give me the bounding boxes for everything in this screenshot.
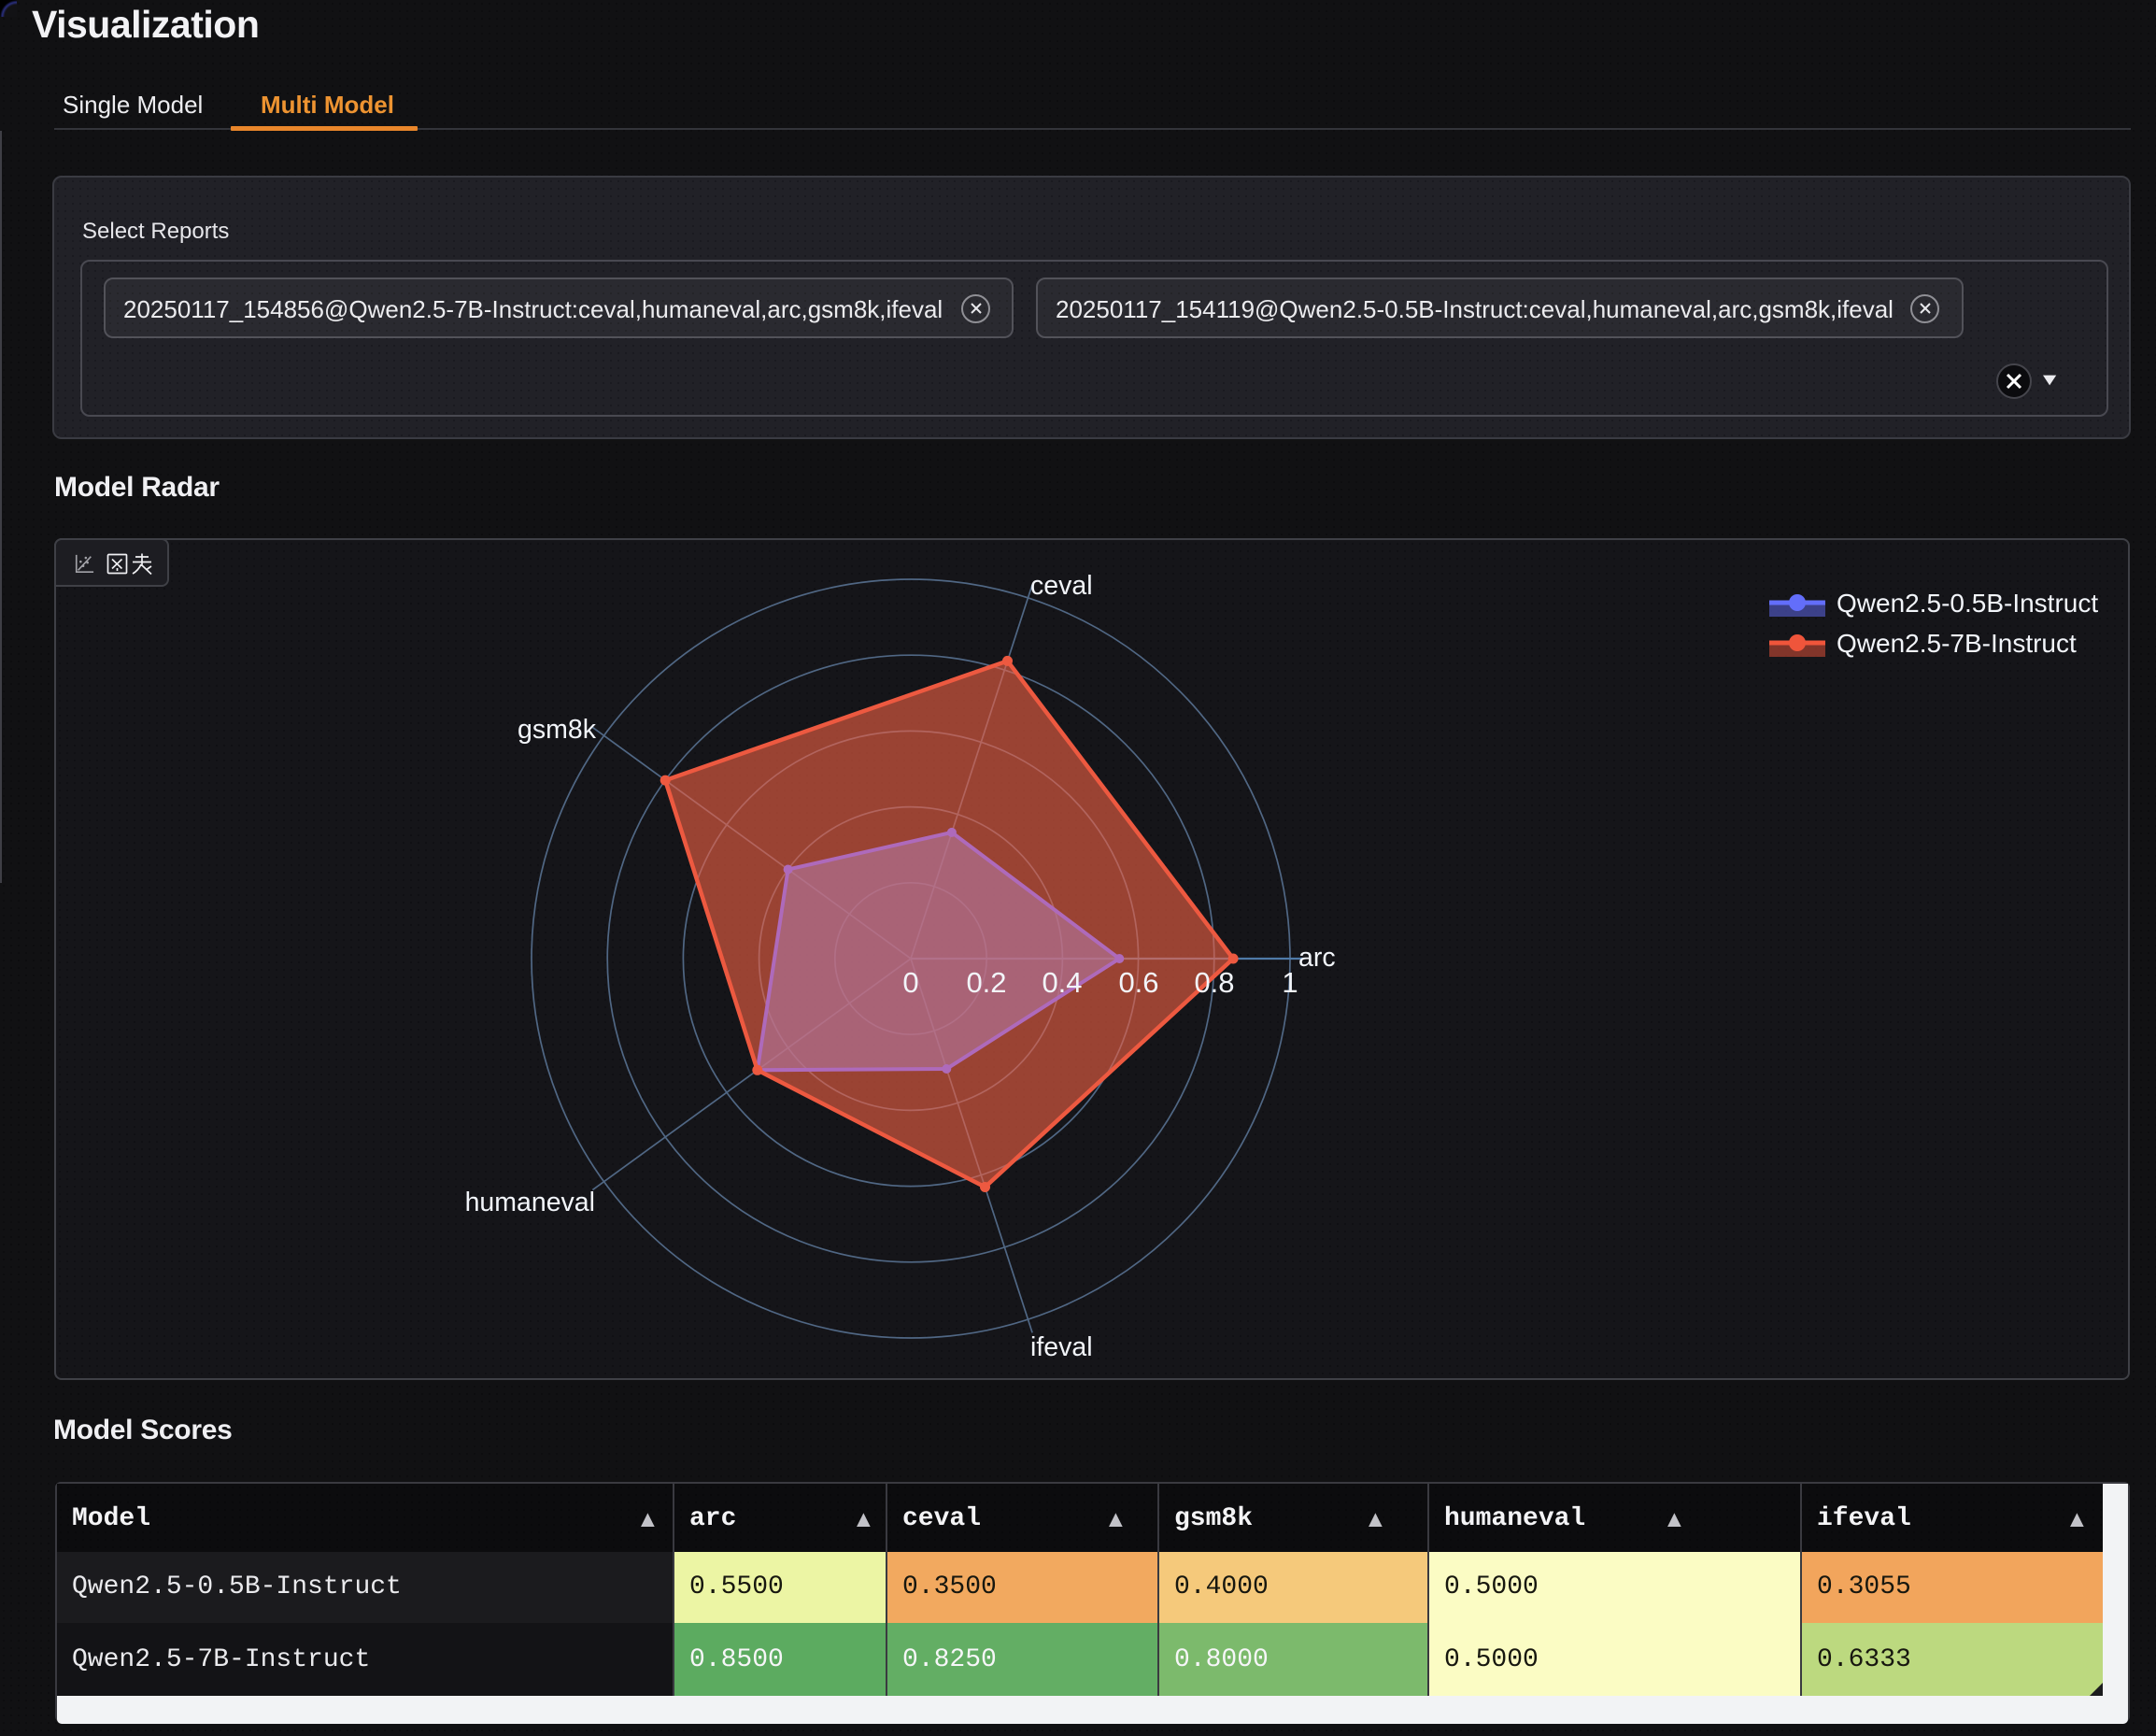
svg-text:ifeval: ifeval xyxy=(1030,1332,1093,1362)
svg-text:arc: arc xyxy=(1298,943,1336,973)
svg-text:0: 0 xyxy=(902,966,918,999)
svg-text:Qwen2.5-7B-Instruct: Qwen2.5-7B-Instruct xyxy=(1837,629,2077,658)
svg-text:humaneval: humaneval xyxy=(465,1188,595,1217)
svg-text:0.4: 0.4 xyxy=(1042,966,1082,999)
svg-text:0.8: 0.8 xyxy=(1194,966,1234,999)
svg-text:1: 1 xyxy=(1282,966,1298,999)
svg-text:0.6: 0.6 xyxy=(1118,966,1158,999)
svg-text:gsm8k: gsm8k xyxy=(518,715,597,745)
svg-text:ceval: ceval xyxy=(1030,571,1093,601)
svg-text:Qwen2.5-0.5B-Instruct: Qwen2.5-0.5B-Instruct xyxy=(1837,589,2098,618)
svg-text:0.2: 0.2 xyxy=(966,966,1006,999)
